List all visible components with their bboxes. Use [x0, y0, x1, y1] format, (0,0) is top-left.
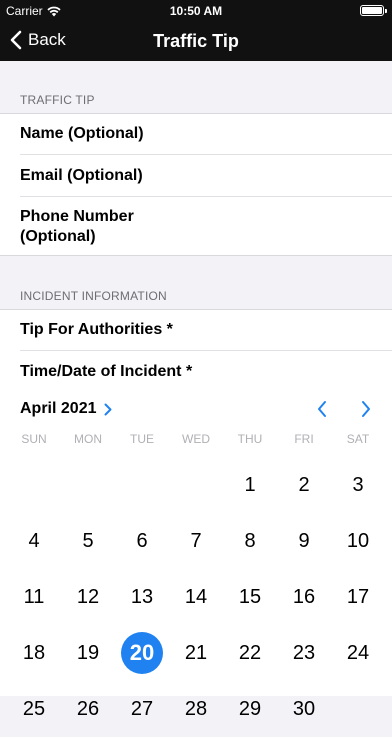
status-bar: Carrier 10:50 AM — [0, 0, 392, 22]
calendar-day-empty — [169, 457, 223, 513]
email-field[interactable]: Email (Optional) — [0, 155, 392, 197]
section-header-traffic-tip: TRAFFIC TIP — [20, 93, 95, 107]
calendar-day-number: 7 — [190, 529, 202, 552]
calendar-day-number: 30 — [292, 697, 316, 720]
calendar-day-number: 27 — [130, 697, 154, 720]
battery-icon — [360, 5, 387, 16]
calendar-day-empty — [7, 457, 61, 513]
weekday-label: SAT — [346, 432, 370, 446]
phone-field[interactable]: Phone Number (Optional) — [0, 197, 392, 256]
calendar-day-number: 26 — [76, 697, 100, 720]
calendar-day[interactable]: 19 — [61, 625, 115, 681]
traffic-tip-group: Name (Optional) Email (Optional) Phone N… — [0, 113, 392, 256]
calendar-day[interactable]: 14 — [169, 569, 223, 625]
calendar-day-number: 8 — [244, 529, 256, 552]
calendar-day[interactable]: 22 — [223, 625, 277, 681]
weekday-label: SUN — [21, 432, 47, 446]
calendar-day[interactable]: 2 — [277, 457, 331, 513]
next-month-button[interactable] — [360, 400, 372, 418]
calendar-day[interactable]: 8 — [223, 513, 277, 569]
calendar-day-number: 18 — [22, 641, 46, 664]
calendar-day[interactable]: 28 — [169, 681, 223, 737]
month-picker-button[interactable]: April 2021 — [20, 400, 112, 418]
section-header-incident: INCIDENT INFORMATION — [20, 289, 167, 303]
calendar-day[interactable]: 10 — [331, 513, 385, 569]
calendar-day[interactable]: 12 — [61, 569, 115, 625]
name-field[interactable]: Name (Optional) — [0, 113, 392, 155]
calendar-day[interactable]: 1 — [223, 457, 277, 513]
calendar-day[interactable]: 16 — [277, 569, 331, 625]
weekday-label: MON — [74, 432, 102, 446]
calendar-day[interactable]: 15 — [223, 569, 277, 625]
calendar-day-number: 2 — [298, 473, 310, 496]
calendar-day[interactable]: 17 — [331, 569, 385, 625]
calendar-day[interactable]: 24 — [331, 625, 385, 681]
calendar-day-number: 21 — [184, 641, 208, 664]
calendar-day[interactable]: 26 — [61, 681, 115, 737]
calendar-day-number: 22 — [238, 641, 262, 664]
calendar-day-number: 24 — [346, 641, 370, 664]
calendar-day-number: 23 — [292, 641, 316, 664]
chevron-right-icon — [362, 401, 370, 417]
calendar-day[interactable]: 27 — [115, 681, 169, 737]
weekday-label: FRI — [294, 432, 314, 446]
calendar-day-number: 17 — [346, 585, 370, 608]
calendar-day[interactable]: 4 — [7, 513, 61, 569]
calendar-day[interactable]: 13 — [115, 569, 169, 625]
weekday-label: WED — [182, 432, 210, 446]
calendar-day[interactable]: 9 — [277, 513, 331, 569]
calendar-day[interactable]: 25 — [7, 681, 61, 737]
calendar-day-grid: 1 2 3 4 5 6 7 8 9 10 11 12 13 14 15 16 17 18 19 20 21 22 23 24 2… — [7, 457, 385, 737]
calendar-day[interactable]: 20 — [115, 625, 169, 681]
calendar-day-number: 20 — [121, 632, 163, 674]
calendar-day[interactable]: 23 — [277, 625, 331, 681]
calendar-day-number: 28 — [184, 697, 208, 720]
calendar-day[interactable]: 6 — [115, 513, 169, 569]
tip-for-authorities-label: Tip For Authorities * — [20, 321, 173, 338]
incident-datetime-field[interactable]: Time/Date of Incident * — [0, 351, 392, 392]
calendar-day-number: 14 — [184, 585, 208, 608]
calendar-day-empty — [115, 457, 169, 513]
weekday-label: TUE — [130, 432, 154, 446]
calendar-day-number: 5 — [82, 529, 94, 552]
chevron-right-icon — [104, 403, 112, 415]
previous-month-button[interactable] — [316, 400, 328, 418]
calendar-day[interactable]: 11 — [7, 569, 61, 625]
calendar-day-number: 25 — [22, 697, 46, 720]
month-label: April 2021 — [20, 400, 97, 417]
calendar-day[interactable]: 21 — [169, 625, 223, 681]
phone-field-label: Phone Number (Optional) — [20, 207, 134, 245]
calendar-day[interactable]: 7 — [169, 513, 223, 569]
calendar-day[interactable]: 5 — [61, 513, 115, 569]
incident-datetime-label: Time/Date of Incident * — [20, 362, 193, 380]
calendar-day-number: 16 — [292, 585, 316, 608]
calendar-day-number: 12 — [76, 585, 100, 608]
calendar-day[interactable]: 18 — [7, 625, 61, 681]
calendar-day-number: 19 — [76, 641, 100, 664]
tip-for-authorities-field[interactable]: Tip For Authorities * — [0, 309, 392, 351]
calendar-day-number: 29 — [238, 697, 262, 720]
weekday-label: THU — [237, 432, 263, 446]
calendar-day[interactable]: 3 — [331, 457, 385, 513]
calendar-day-number: 1 — [244, 473, 256, 496]
calendar-day[interactable]: 30 — [277, 681, 331, 737]
calendar-day-number: 4 — [28, 529, 40, 552]
weekday-header-row: SUN MON TUE WED THU FRI SAT — [7, 432, 385, 446]
calendar-day-empty — [61, 457, 115, 513]
navigation-bar: Back Traffic Tip — [0, 22, 392, 61]
email-field-label: Email (Optional) — [20, 167, 143, 184]
name-field-label: Name (Optional) — [20, 125, 144, 142]
page-title: Traffic Tip — [153, 31, 239, 51]
calendar-day-number: 15 — [238, 585, 262, 608]
calendar-day-number: 13 — [130, 585, 154, 608]
calendar-day-number: 9 — [298, 529, 310, 552]
calendar-day[interactable]: 29 — [223, 681, 277, 737]
calendar-day-number: 10 — [346, 529, 370, 552]
calendar-day-number: 11 — [23, 585, 45, 608]
status-time: 10:50 AM — [169, 4, 223, 18]
chevron-left-icon — [318, 401, 326, 417]
calendar-day-number: 6 — [136, 529, 148, 552]
calendar-day-number: 3 — [352, 473, 364, 496]
calendar-day-empty — [331, 681, 385, 737]
